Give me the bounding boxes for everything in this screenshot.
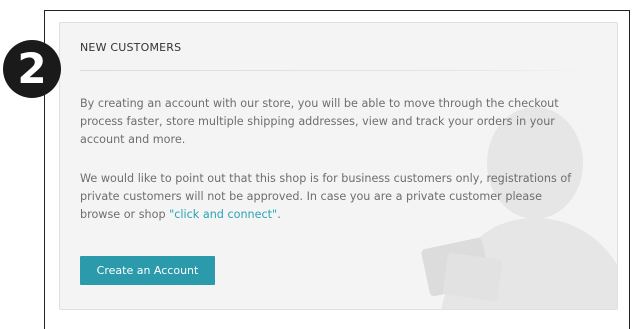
click-and-connect-link[interactable]: "click and connect" <box>169 208 277 221</box>
screenshot-stage: NEW CUSTOMERS By creating an account wit… <box>0 0 635 329</box>
intro-paragraph: By creating an account with our store, y… <box>80 97 559 146</box>
business-notice-end: . <box>277 208 281 221</box>
business-notice-text: We would like to point out that this sho… <box>80 172 572 221</box>
create-account-button[interactable]: Create an Account <box>80 256 215 285</box>
business-notice-paragraph: We would like to point out that this sho… <box>80 170 580 224</box>
new-customers-panel: NEW CUSTOMERS By creating an account wit… <box>59 22 618 310</box>
heading-divider <box>80 70 600 71</box>
step-number-badge: 2 <box>3 40 61 98</box>
panel-heading: NEW CUSTOMERS <box>80 41 182 54</box>
